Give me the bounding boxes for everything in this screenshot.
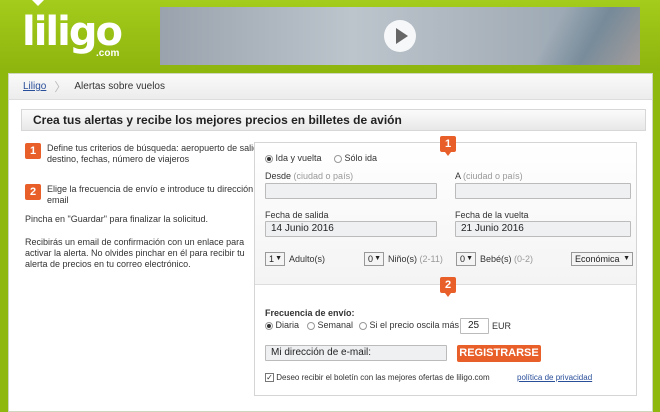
price-threshold-input[interactable]: 25 bbox=[460, 318, 489, 334]
privacy-policy-link[interactable]: política de privacidad bbox=[517, 373, 592, 382]
save-hint: Pincha en "Guardar" para finalizar la so… bbox=[25, 214, 208, 224]
section-2-pointer-icon bbox=[445, 293, 451, 297]
from-input[interactable] bbox=[265, 183, 437, 199]
section-2-marker: 2 bbox=[440, 277, 456, 297]
round-trip-label: Ida y vuelta bbox=[275, 153, 322, 163]
children-select[interactable]: 0 ▼ bbox=[364, 252, 384, 266]
from-hint: (ciudad o país) bbox=[293, 171, 354, 181]
newsletter-label: Deseo recibir el boletín con las mejores… bbox=[276, 373, 490, 382]
weekly-radio[interactable] bbox=[307, 321, 315, 330]
daily-label: Diaria bbox=[275, 320, 300, 330]
one-way-radio[interactable] bbox=[334, 154, 342, 163]
page-title: Crea tus alertas y recibe los mejores pr… bbox=[21, 109, 646, 131]
breadcrumb-current: Alertas sobre vuelos bbox=[74, 81, 165, 92]
round-trip-radio[interactable] bbox=[265, 154, 273, 163]
cabin-class-select[interactable]: Económica ▼ bbox=[571, 252, 633, 266]
breadcrumb: Liligo 〉 Alertas sobre vuelos bbox=[9, 74, 652, 100]
to-input[interactable] bbox=[455, 183, 631, 199]
step-1-instruction: 1 Define tus criterios de búsqueda: aero… bbox=[25, 143, 272, 165]
babies-hint: (0-2) bbox=[514, 254, 534, 264]
cabin-class-value: Económica bbox=[575, 254, 620, 264]
freq-price-option[interactable]: Si el precio oscila más de bbox=[359, 320, 472, 330]
depart-date-input[interactable]: 14 Junio 2016 bbox=[265, 221, 437, 237]
alert-form: 1 Ida y vuelta Sólo ida Desde (ciudad o … bbox=[254, 136, 637, 396]
site-header: liligo .com bbox=[0, 0, 660, 70]
return-date-input[interactable]: 21 Junio 2016 bbox=[455, 221, 631, 237]
step-2-instruction: 2 Elige la frecuencia de envío e introdu… bbox=[25, 184, 272, 206]
to-label-text: A bbox=[455, 171, 461, 181]
play-icon bbox=[395, 28, 408, 44]
chevron-down-icon: ▼ bbox=[466, 255, 473, 262]
video-thumbnail-decoration bbox=[520, 7, 640, 65]
currency-label: EUR bbox=[492, 321, 512, 331]
chevron-down-icon: ▼ bbox=[374, 255, 381, 262]
chevron-down-icon: ▼ bbox=[623, 255, 630, 262]
price-change-label: Si el precio oscila más de bbox=[369, 320, 472, 330]
children-value: 0 bbox=[368, 254, 374, 264]
main-panel: Liligo 〉 Alertas sobre vuelos Crea tus a… bbox=[8, 73, 653, 412]
to-label: A (ciudad o país) bbox=[455, 171, 523, 181]
step-2-text: Elige la frecuencia de envío e introduce… bbox=[47, 184, 266, 205]
babies-select[interactable]: 0 ▼ bbox=[456, 252, 476, 266]
breadcrumb-separator-icon: 〉 bbox=[54, 80, 67, 94]
notification-section: 2 Frecuencia de envío: Diaria Semanal Si… bbox=[255, 277, 636, 395]
daily-radio[interactable] bbox=[265, 321, 273, 330]
one-way-label: Sólo ida bbox=[344, 153, 378, 163]
section-2-badge: 2 bbox=[440, 277, 456, 293]
step-1-text: Define tus criterios de búsqueda: aeropu… bbox=[47, 143, 266, 164]
newsletter-checkbox[interactable]: ✓ bbox=[265, 373, 274, 383]
section-1-marker: 1 bbox=[440, 136, 456, 156]
adults-label: Adulto(s) bbox=[289, 254, 326, 264]
adults-value: 1 bbox=[269, 254, 275, 264]
weekly-label: Semanal bbox=[317, 320, 354, 330]
from-label-text: Desde bbox=[265, 171, 292, 181]
children-label-text: Niño(s) bbox=[388, 254, 418, 264]
children-hint: (2-11) bbox=[419, 254, 443, 264]
depart-date-label: Fecha de salida bbox=[265, 210, 329, 220]
trip-type-oneway[interactable]: Sólo ida bbox=[334, 153, 377, 163]
section-1-pointer-icon bbox=[445, 152, 451, 156]
step-1-badge: 1 bbox=[25, 143, 41, 159]
breadcrumb-home-link[interactable]: Liligo bbox=[23, 81, 46, 92]
promo-video[interactable] bbox=[160, 7, 640, 65]
frequency-label: Frecuencia de envío: bbox=[265, 308, 355, 318]
play-button[interactable] bbox=[384, 20, 416, 52]
step-2-badge: 2 bbox=[25, 184, 41, 200]
babies-label-text: Bebé(s) bbox=[480, 254, 512, 264]
logo-domain: .com bbox=[96, 48, 120, 59]
babies-value: 0 bbox=[460, 254, 466, 264]
from-label: Desde (ciudad o país) bbox=[265, 171, 353, 181]
section-1-badge: 1 bbox=[440, 136, 456, 152]
price-change-radio[interactable] bbox=[359, 321, 367, 330]
babies-label: Bebé(s) (0-2) bbox=[480, 254, 533, 264]
return-date-label: Fecha de la vuelta bbox=[455, 210, 529, 220]
children-label: Niño(s) (2-11) bbox=[388, 254, 443, 264]
newsletter-option[interactable]: ✓ Deseo recibir el boletín con las mejor… bbox=[265, 373, 490, 383]
header-arrow-icon bbox=[32, 0, 44, 6]
adults-select[interactable]: 1 ▼ bbox=[265, 252, 285, 266]
freq-weekly-option[interactable]: Semanal bbox=[307, 320, 353, 330]
register-button[interactable]: REGISTRARSE bbox=[457, 345, 541, 362]
to-hint: (ciudad o país) bbox=[463, 171, 523, 181]
chevron-down-icon: ▼ bbox=[275, 255, 282, 262]
confirmation-hint: Recibirás un email de confirmación con u… bbox=[25, 237, 245, 269]
search-criteria-section: 1 Ida y vuelta Sólo ida Desde (ciudad o … bbox=[255, 136, 636, 284]
freq-daily-option[interactable]: Diaria bbox=[265, 320, 299, 330]
trip-type-round[interactable]: Ida y vuelta bbox=[265, 153, 322, 163]
email-field[interactable]: Mi dirección de e-mail: bbox=[265, 345, 447, 361]
